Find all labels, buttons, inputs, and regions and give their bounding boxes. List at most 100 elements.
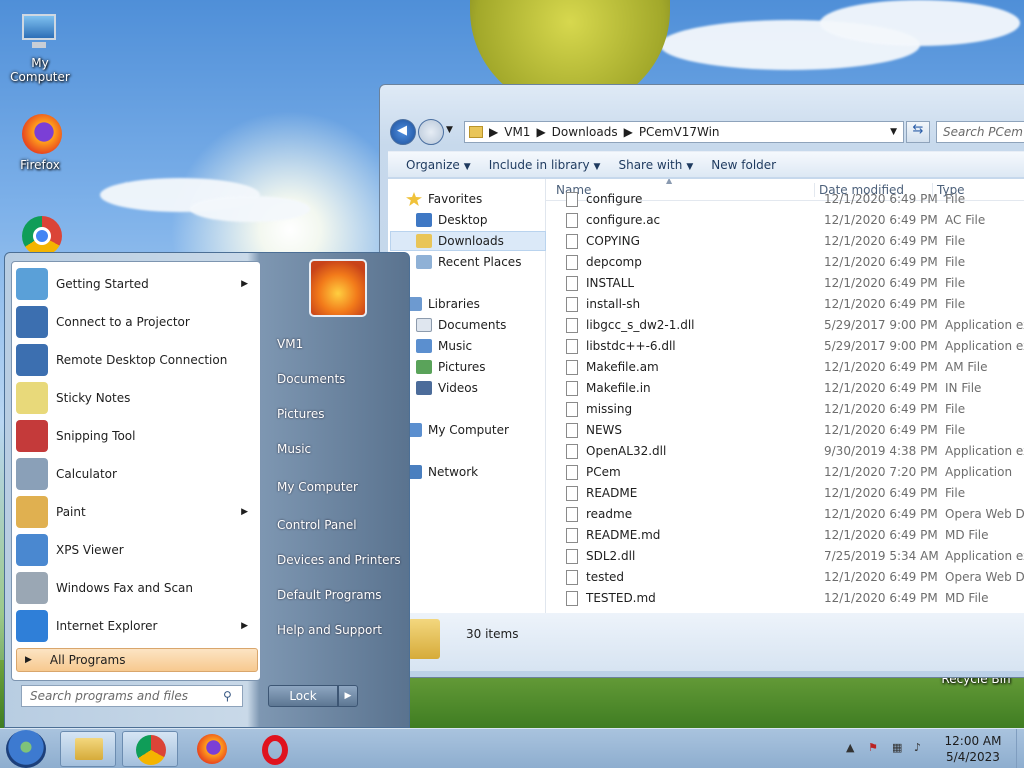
taskbar-opera[interactable] xyxy=(246,731,302,767)
nav-desktop[interactable]: Desktop xyxy=(416,210,488,230)
table-row[interactable]: OpenAL32.dll 9/30/2019 4:38 PM Application… xyxy=(546,441,1024,462)
program-label: Getting Started xyxy=(56,277,149,291)
new-folder-button[interactable]: New folder xyxy=(711,158,776,172)
start-program-item[interactable]: Internet Explorer ▶ xyxy=(12,608,260,644)
nav-music[interactable]: Music xyxy=(416,336,472,356)
start-program-item[interactable]: Remote Desktop Connection xyxy=(12,342,260,378)
start-program-item[interactable]: Getting Started ▶ xyxy=(12,266,260,302)
file-icon xyxy=(566,486,578,501)
search-programs-input[interactable]: Search programs and files xyxy=(21,685,243,707)
table-row[interactable]: libgcc_s_dw2-1.dll 5/29/2017 9:00 PM Appli… xyxy=(546,315,1024,336)
clock[interactable]: 12:00 AM 5/4/2023 xyxy=(934,733,1012,765)
nav-network[interactable]: Network xyxy=(406,462,478,482)
file-name: depcomp xyxy=(586,255,642,269)
submenu-arrow-icon: ▶ xyxy=(241,279,248,289)
table-row[interactable]: readme 12/1/2020 6:49 PM Opera Web Documen… xyxy=(546,504,1024,525)
file-list[interactable]: Name ▲ Date modified Type configure 12/1/… xyxy=(546,179,1024,613)
file-icon xyxy=(566,234,578,249)
start-right-link[interactable]: Devices and Printers xyxy=(277,553,401,567)
refresh-button[interactable]: ⇆ xyxy=(906,121,930,143)
forward-button[interactable] xyxy=(418,119,444,145)
program-label: Remote Desktop Connection xyxy=(56,353,228,367)
nav-downloads[interactable]: Downloads xyxy=(390,231,546,251)
table-row[interactable]: Makefile.am 12/1/2020 6:49 PM AM File xyxy=(546,357,1024,378)
volume-icon[interactable]: ♪ xyxy=(914,741,921,754)
taskbar-chrome[interactable] xyxy=(122,731,178,767)
start-program-item[interactable]: Connect to a Projector xyxy=(12,304,260,340)
start-right-link[interactable]: VM1 xyxy=(277,337,303,351)
back-button[interactable]: ◀ xyxy=(390,119,416,145)
desktop-icon-label: Firefox xyxy=(20,158,60,172)
start-right-link[interactable]: Music xyxy=(277,442,311,456)
table-row[interactable]: NEWS 12/1/2020 6:49 PM File xyxy=(546,420,1024,441)
file-icon xyxy=(566,570,578,585)
start-program-item[interactable]: Calculator xyxy=(12,456,260,492)
nav-my-computer[interactable]: My Computer xyxy=(406,420,509,440)
table-row[interactable]: depcomp 12/1/2020 6:49 PM File xyxy=(546,252,1024,273)
show-desktop-button[interactable] xyxy=(1016,729,1024,768)
address-bar[interactable]: ▶ VM1 ▶ Downloads ▶ PCemV17Win ▼ xyxy=(464,121,904,143)
start-right-link[interactable]: My Computer xyxy=(277,480,358,494)
nav-pictures[interactable]: Pictures xyxy=(416,357,486,377)
organize-button[interactable]: Organize ▼ xyxy=(406,158,471,172)
table-row[interactable]: COPYING 12/1/2020 6:49 PM File xyxy=(546,231,1024,252)
start-right-link[interactable]: Help and Support xyxy=(277,623,382,637)
network-tray-icon[interactable]: ▦ xyxy=(892,741,902,754)
breadcrumb-vm1[interactable]: VM1 xyxy=(504,125,530,139)
nav-documents[interactable]: Documents xyxy=(416,315,506,335)
explorer-window[interactable]: ◀ ▼ ▶ VM1 ▶ Downloads ▶ PCemV17Win ▼ ⇆ S… xyxy=(379,84,1024,678)
action-center-icon[interactable]: ⚑ xyxy=(868,741,878,754)
table-row[interactable]: TESTED.md 12/1/2020 6:49 PM MD File xyxy=(546,588,1024,609)
start-program-item[interactable]: Paint ▶ xyxy=(12,494,260,530)
all-programs-button[interactable]: ▶ All Programs xyxy=(16,648,258,672)
file-name: Makefile.am xyxy=(586,360,659,374)
desktop-icon-firefox[interactable]: Firefox xyxy=(0,112,80,172)
start-program-item[interactable]: Sticky Notes xyxy=(12,380,260,416)
start-program-item[interactable]: XPS Viewer xyxy=(12,532,260,568)
start-right-link[interactable]: Default Programs xyxy=(277,588,382,602)
program-icon xyxy=(16,268,48,300)
taskbar-firefox[interactable] xyxy=(184,731,240,767)
table-row[interactable]: README.md 12/1/2020 6:49 PM MD File xyxy=(546,525,1024,546)
shutdown-options-button[interactable]: ▶ xyxy=(338,685,358,707)
table-row[interactable]: tested 12/1/2020 6:49 PM Opera Web Documen… xyxy=(546,567,1024,588)
desktop-icon-my-computer[interactable]: My Computer xyxy=(0,10,80,84)
nav-recent-places[interactable]: Recent Places xyxy=(416,252,521,272)
start-program-item[interactable]: Windows Fax and Scan xyxy=(12,570,260,606)
recent-pages-dropdown[interactable]: ▼ xyxy=(446,125,453,135)
file-name: COPYING xyxy=(586,234,640,248)
nav-libraries[interactable]: Libraries xyxy=(406,294,480,314)
table-row[interactable]: missing 12/1/2020 6:49 PM File xyxy=(546,399,1024,420)
start-right-link[interactable]: Control Panel xyxy=(277,518,357,532)
search-icon[interactable]: ⚲ xyxy=(223,689,237,703)
include-in-library-button[interactable]: Include in library ▼ xyxy=(489,158,601,172)
start-program-item[interactable]: Snipping Tool xyxy=(12,418,260,454)
user-avatar[interactable] xyxy=(309,259,367,317)
file-type: Opera Web Document xyxy=(945,570,1024,584)
table-row[interactable]: libstdc++-6.dll 5/29/2017 9:00 PM Applicat… xyxy=(546,336,1024,357)
music-icon xyxy=(416,339,432,353)
start-right-link[interactable]: Pictures xyxy=(277,407,325,421)
start-right-link[interactable]: Documents xyxy=(277,372,345,386)
nav-favorites[interactable]: Favorites xyxy=(406,189,482,209)
nav-videos[interactable]: Videos xyxy=(416,378,478,398)
file-name: README xyxy=(586,486,638,500)
table-row[interactable]: configure.ac 12/1/2020 6:49 PM AC File xyxy=(546,210,1024,231)
breadcrumb-downloads[interactable]: Downloads xyxy=(552,125,618,139)
search-input[interactable]: Search PCemV17Win xyxy=(936,121,1024,143)
start-button[interactable] xyxy=(6,730,46,768)
breadcrumb-pcemv17win[interactable]: PCemV17Win xyxy=(639,125,720,139)
table-row[interactable]: README 12/1/2020 6:49 PM File xyxy=(546,483,1024,504)
table-row[interactable]: INSTALL 12/1/2020 6:49 PM File xyxy=(546,273,1024,294)
table-row[interactable]: SDL2.dll 7/25/2019 5:34 AM Application ext… xyxy=(546,546,1024,567)
table-row[interactable]: install-sh 12/1/2020 6:49 PM File xyxy=(546,294,1024,315)
table-row[interactable]: configure 12/1/2020 6:49 PM File xyxy=(546,189,1024,210)
share-with-button[interactable]: Share with ▼ xyxy=(618,158,693,172)
table-row[interactable]: PCem 12/1/2020 7:20 PM Application xyxy=(546,462,1024,483)
taskbar-explorer[interactable] xyxy=(60,731,116,767)
lock-button[interactable]: Lock xyxy=(268,685,338,707)
show-hidden-icons[interactable]: ▲ xyxy=(846,741,854,754)
table-row[interactable]: Makefile.in 12/1/2020 6:49 PM IN File xyxy=(546,378,1024,399)
address-dropdown-icon[interactable]: ▼ xyxy=(890,127,897,137)
folder-icon xyxy=(408,619,440,659)
